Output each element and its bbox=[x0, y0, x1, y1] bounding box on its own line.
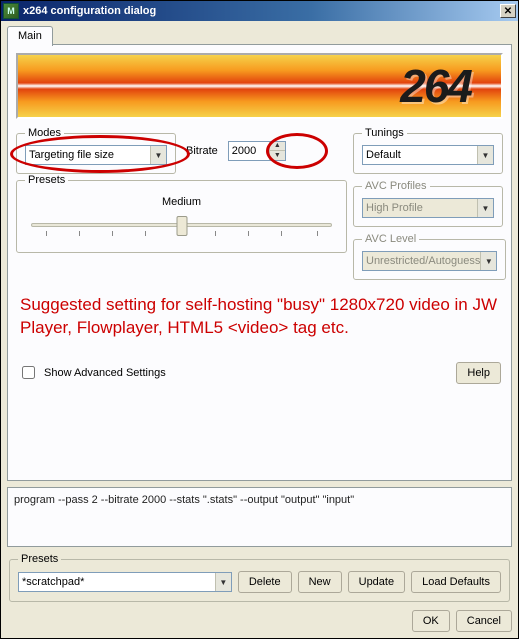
modes-legend: Modes bbox=[25, 127, 64, 139]
chevron-down-icon: ▼ bbox=[150, 146, 166, 164]
app-icon: M bbox=[3, 3, 19, 19]
chevron-down-icon: ▼ bbox=[215, 573, 231, 591]
tunings-legend: Tunings bbox=[362, 127, 407, 139]
preset-value-label: Medium bbox=[31, 196, 332, 208]
tabstrip: Main bbox=[7, 25, 512, 45]
cancel-button[interactable]: Cancel bbox=[456, 610, 512, 632]
bottom-presets-legend: Presets bbox=[18, 553, 61, 565]
presets-slider-legend: Presets bbox=[25, 174, 68, 186]
avc-level-group: AVC Level Unrestricted/Autoguess ▼ bbox=[353, 233, 506, 280]
avc-profiles-selected: High Profile bbox=[366, 202, 423, 214]
ok-button[interactable]: OK bbox=[412, 610, 450, 632]
dialog-window: M x264 configuration dialog ✕ Main 264 M… bbox=[0, 0, 519, 639]
avc-profiles-dropdown: High Profile ▼ bbox=[362, 198, 494, 218]
tunings-dropdown[interactable]: Default ▼ bbox=[362, 145, 494, 165]
command-line-box[interactable]: program --pass 2 --bitrate 2000 --stats … bbox=[7, 487, 512, 547]
spin-down-icon[interactable]: ▼ bbox=[269, 151, 285, 160]
show-advanced-input[interactable] bbox=[22, 366, 35, 379]
close-button[interactable]: ✕ bbox=[500, 4, 516, 18]
tunings-selected: Default bbox=[366, 149, 401, 161]
avc-profiles-legend: AVC Profiles bbox=[362, 180, 430, 192]
presets-selected: *scratchpad* bbox=[22, 576, 84, 588]
banner-text: 264 bbox=[400, 59, 471, 113]
modes-selected: Targeting file size bbox=[29, 149, 114, 161]
slider-thumb[interactable] bbox=[176, 216, 187, 236]
avc-level-selected: Unrestricted/Autoguess bbox=[366, 255, 480, 267]
show-advanced-label: Show Advanced Settings bbox=[44, 367, 166, 379]
preset-slider[interactable] bbox=[31, 212, 332, 240]
tabpage-main: 264 Modes Targeting file size ▼ Bitrate bbox=[7, 44, 512, 481]
show-advanced-checkbox[interactable]: Show Advanced Settings bbox=[18, 363, 166, 382]
spin-up-icon[interactable]: ▲ bbox=[269, 142, 285, 152]
client-area: Main 264 Modes Targeting file size ▼ bbox=[1, 21, 518, 638]
new-button[interactable]: New bbox=[298, 571, 342, 593]
delete-button[interactable]: Delete bbox=[238, 571, 292, 593]
help-button[interactable]: Help bbox=[456, 362, 501, 384]
avc-level-legend: AVC Level bbox=[362, 233, 419, 245]
bottom-presets-group: Presets *scratchpad* ▼ Delete New Update… bbox=[9, 553, 510, 602]
tunings-group: Tunings Default ▼ bbox=[353, 127, 503, 174]
modes-group: Modes Targeting file size ▼ bbox=[16, 127, 176, 174]
titlebar: M x264 configuration dialog ✕ bbox=[1, 1, 518, 21]
tab-main[interactable]: Main bbox=[7, 26, 53, 46]
annotation-text: Suggested setting for self-hosting "busy… bbox=[20, 294, 499, 340]
load-defaults-button[interactable]: Load Defaults bbox=[411, 571, 501, 593]
bitrate-spinner[interactable]: ▲ ▼ bbox=[228, 141, 286, 161]
bitrate-label: Bitrate bbox=[186, 145, 218, 157]
avc-level-dropdown: Unrestricted/Autoguess ▼ bbox=[362, 251, 497, 271]
update-button[interactable]: Update bbox=[348, 571, 405, 593]
window-title: x264 configuration dialog bbox=[23, 5, 500, 17]
dialog-button-row: OK Cancel bbox=[7, 610, 512, 632]
presets-dropdown[interactable]: *scratchpad* ▼ bbox=[18, 572, 232, 592]
bitrate-input[interactable] bbox=[229, 142, 269, 160]
avc-profiles-group: AVC Profiles High Profile ▼ bbox=[353, 180, 503, 227]
banner-image: 264 bbox=[16, 53, 503, 119]
chevron-down-icon: ▼ bbox=[477, 199, 493, 217]
presets-slider-group: Presets Medium bbox=[16, 174, 347, 253]
chevron-down-icon: ▼ bbox=[480, 252, 496, 270]
chevron-down-icon: ▼ bbox=[477, 146, 493, 164]
modes-dropdown[interactable]: Targeting file size ▼ bbox=[25, 145, 167, 165]
